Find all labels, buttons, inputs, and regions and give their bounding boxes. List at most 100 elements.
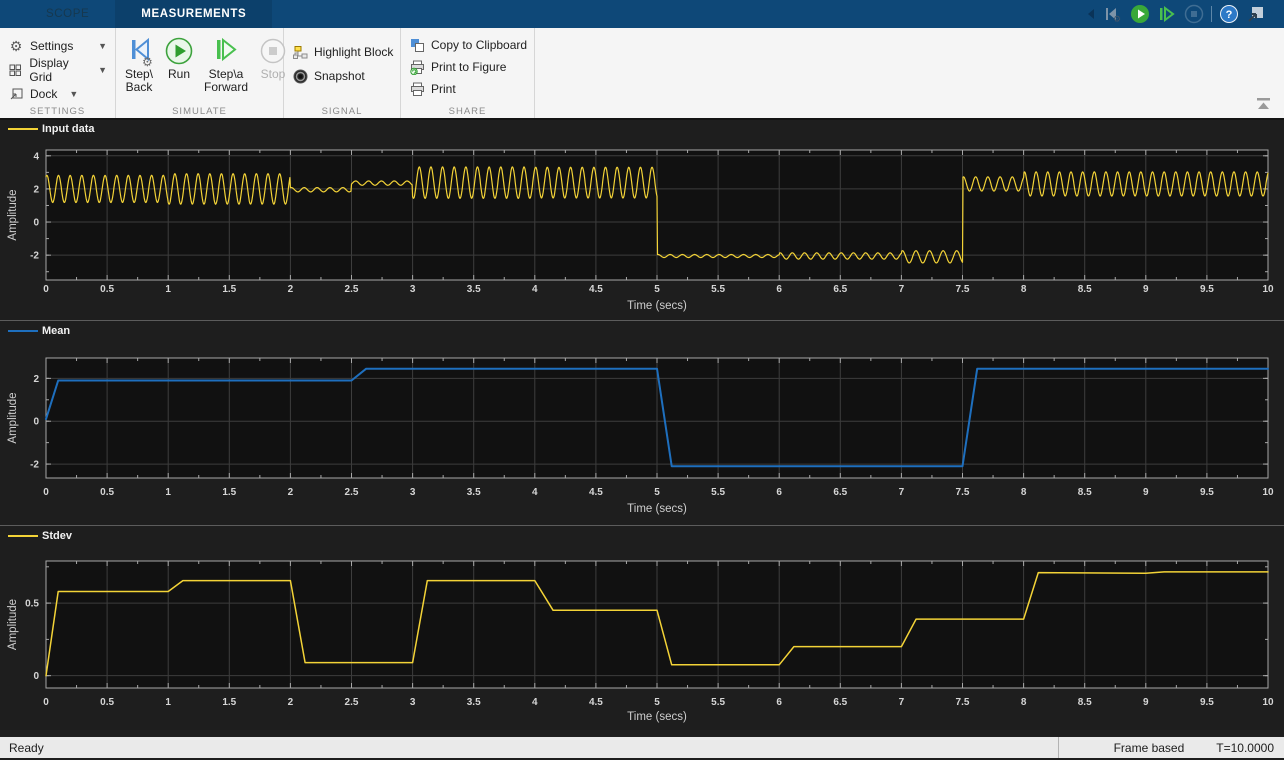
legend-mean[interactable]: Mean [0, 321, 1284, 341]
step-forward-icon[interactable] [1157, 4, 1177, 24]
svg-text:8.5: 8.5 [1078, 697, 1092, 708]
status-bar: Ready Frame based T=10.0000 [0, 736, 1284, 758]
print-label: Print [431, 82, 456, 96]
dock-button[interactable]: Dock ▼ [8, 82, 109, 106]
svg-text:0: 0 [33, 671, 39, 682]
scope-display-area: Input data 00.511.522.533.544.555.566.57… [0, 120, 1284, 736]
svg-text:2: 2 [33, 184, 39, 195]
legend-stdev[interactable]: Stdev [0, 526, 1284, 546]
undock-icon[interactable] [1246, 4, 1266, 24]
print-to-figure-label: Print to Figure [431, 60, 506, 74]
legend-input-data[interactable]: Input data [0, 120, 1284, 138]
mean-plot[interactable]: 00.511.522.533.544.555.566.577.588.599.5… [0, 341, 1284, 525]
svg-text:4: 4 [532, 697, 538, 708]
section-signal: Highlight Block Snapshot SIGNAL [284, 28, 401, 118]
stop-icon[interactable] [1184, 4, 1204, 24]
svg-text:Amplitude: Amplitude [7, 189, 19, 240]
svg-text:8: 8 [1021, 284, 1027, 295]
svg-text:5.5: 5.5 [711, 284, 725, 295]
chevron-left-icon[interactable] [1086, 7, 1096, 21]
svg-text:0: 0 [33, 417, 39, 428]
svg-text:0.5: 0.5 [100, 284, 114, 295]
print-to-figure-button[interactable]: Print to Figure [409, 56, 530, 78]
copy-to-clipboard-label: Copy to Clipboard [431, 38, 527, 52]
titlebar-divider [1211, 6, 1212, 22]
dock-icon [8, 86, 24, 102]
run-button[interactable]: Run [164, 32, 194, 104]
display-grid-button[interactable]: Display Grid ▼ [8, 58, 109, 82]
svg-text:4.5: 4.5 [589, 697, 603, 708]
help-icon[interactable]: ? [1219, 4, 1239, 24]
gear-icon: ⚙ [8, 38, 24, 54]
legend-line-swatch [8, 330, 38, 332]
simulate-section-label: SIMULATE [116, 106, 283, 117]
svg-text:Time (secs): Time (secs) [627, 300, 687, 312]
svg-text:1.5: 1.5 [222, 697, 236, 708]
svg-text:1: 1 [165, 487, 171, 498]
step-back-icon: ⚙ [124, 36, 154, 68]
legend-line-swatch [8, 535, 38, 537]
svg-text:2.5: 2.5 [345, 697, 359, 708]
svg-text:2.5: 2.5 [345, 284, 359, 295]
step-forward-label-2: Forward [204, 81, 248, 94]
dock-label: Dock [30, 87, 57, 101]
step-back-icon[interactable]: ⚙ [1103, 4, 1123, 24]
svg-text:⚙: ⚙ [1113, 14, 1121, 24]
svg-text:10: 10 [1262, 697, 1274, 708]
svg-text:6: 6 [776, 284, 782, 295]
input-data-plot[interactable]: 00.511.522.533.544.555.566.577.588.599.5… [0, 138, 1284, 320]
svg-text:6.5: 6.5 [833, 697, 847, 708]
panel-input-data: Input data 00.511.522.533.544.555.566.57… [0, 120, 1284, 320]
run-icon[interactable] [1130, 4, 1150, 24]
svg-text:8.5: 8.5 [1078, 487, 1092, 498]
step-back-button[interactable]: ⚙ Step\ Back [124, 32, 154, 104]
legend-label: Input data [42, 123, 95, 135]
snapshot-button[interactable]: Snapshot [292, 64, 396, 88]
svg-text:9.5: 9.5 [1200, 487, 1214, 498]
chevron-down-icon: ▼ [98, 41, 109, 51]
svg-text:7.5: 7.5 [956, 487, 970, 498]
snapshot-icon [292, 68, 308, 84]
settings-section-label: SETTINGS [0, 106, 115, 117]
tab-scope[interactable]: SCOPE [20, 0, 115, 28]
ribbon-toolbar: ⚙ Settings ▼ Display Grid ▼ Dock ▼ SETTI… [0, 28, 1284, 120]
copy-to-clipboard-button[interactable]: Copy to Clipboard [409, 34, 530, 56]
tab-measurements[interactable]: MEASUREMENTS [115, 0, 272, 28]
stdev-plot[interactable]: 00.511.522.533.544.555.566.577.588.599.5… [0, 546, 1284, 736]
svg-text:Amplitude: Amplitude [7, 599, 19, 650]
svg-text:5: 5 [654, 487, 660, 498]
svg-text:8: 8 [1021, 487, 1027, 498]
svg-text:3.5: 3.5 [467, 697, 481, 708]
copy-icon [409, 37, 425, 53]
svg-text:7: 7 [899, 697, 905, 708]
settings-button[interactable]: ⚙ Settings ▼ [8, 34, 109, 58]
chevron-down-icon: ▼ [98, 65, 109, 75]
step-forward-button[interactable]: Step\a Forward [204, 32, 248, 104]
svg-text:6.5: 6.5 [833, 284, 847, 295]
svg-text:0: 0 [43, 487, 49, 498]
svg-text:9: 9 [1143, 697, 1149, 708]
svg-text:4: 4 [33, 151, 39, 162]
print-button[interactable]: Print [409, 78, 530, 100]
svg-text:0: 0 [43, 284, 49, 295]
status-divider [1058, 737, 1059, 758]
chevron-down-icon: ▼ [69, 89, 80, 99]
svg-text:7: 7 [899, 487, 905, 498]
svg-text:0: 0 [43, 697, 49, 708]
svg-text:10: 10 [1262, 284, 1274, 295]
svg-text:5: 5 [654, 697, 660, 708]
collapse-ribbon-icon[interactable] [1256, 98, 1272, 110]
svg-text:0.5: 0.5 [100, 487, 114, 498]
svg-text:6.5: 6.5 [833, 487, 847, 498]
stop-label: Stop [261, 68, 286, 81]
svg-text:7.5: 7.5 [956, 284, 970, 295]
status-message: Ready [0, 741, 44, 755]
frame-mode-indicator: Frame based [1114, 741, 1185, 755]
snapshot-label: Snapshot [314, 69, 365, 83]
legend-line-swatch [8, 128, 38, 130]
svg-text:5: 5 [654, 284, 660, 295]
highlight-block-button[interactable]: Highlight Block [292, 40, 396, 64]
legend-label: Mean [42, 325, 70, 337]
svg-text:0.5: 0.5 [100, 697, 114, 708]
svg-text:⚙: ⚙ [142, 55, 153, 67]
